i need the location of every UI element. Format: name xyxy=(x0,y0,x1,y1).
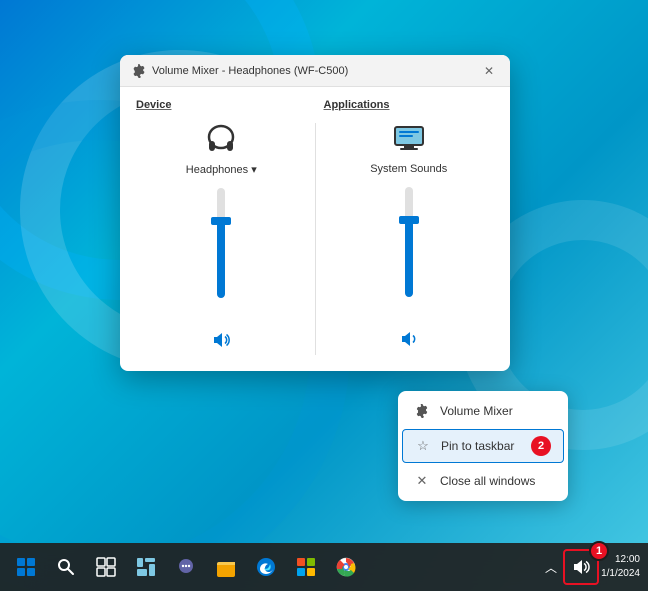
system-sounds-icon xyxy=(389,119,429,159)
device-column-header: Device xyxy=(136,99,171,111)
clock-date: 1/1/2024 xyxy=(601,567,640,581)
widgets-icon xyxy=(136,557,156,577)
taskbar-right: ︿ 1 12:00 1/1/2024 xyxy=(541,549,640,585)
device-column: Device Headphones ▾ xyxy=(136,99,307,355)
window-title-left: Volume Mixer - Headphones (WF-C500) xyxy=(132,64,348,78)
volume-mixer-menu-icon xyxy=(414,403,430,419)
headphones-icon xyxy=(201,119,241,159)
volume-tray-container: 1 xyxy=(563,549,599,585)
device-slider-area xyxy=(217,188,225,318)
taskbar-store-button[interactable] xyxy=(288,549,324,585)
system-sounds-slider-track[interactable] xyxy=(405,187,413,297)
taskbar-chat-button[interactable] xyxy=(168,549,204,585)
monitor-svg xyxy=(389,119,429,159)
volume-mixer-menu-label: Volume Mixer xyxy=(440,404,513,418)
device-speaker-svg xyxy=(211,330,231,350)
applications-column-header: Applications xyxy=(324,99,390,111)
taskbar-chrome-button[interactable] xyxy=(328,549,364,585)
taskbar-widgets-button[interactable] xyxy=(128,549,164,585)
system-sounds-label: System Sounds xyxy=(370,163,447,175)
taskbar-edge-button[interactable] xyxy=(248,549,284,585)
window-content: Device Headphones ▾ xyxy=(120,87,510,371)
device-slider-track[interactable] xyxy=(217,188,225,298)
context-menu-item-close-all[interactable]: ✕ Close all windows xyxy=(398,465,568,497)
device-mute-icon[interactable] xyxy=(211,330,231,355)
edge-icon xyxy=(255,556,277,578)
context-menu: Volume Mixer ☆ Pin to taskbar 2 ✕ Close … xyxy=(398,391,568,501)
search-icon xyxy=(56,557,76,577)
volume-mixer-window: Volume Mixer - Headphones (WF-C500) ✕ De… xyxy=(120,55,510,371)
taskbar-taskview-button[interactable] xyxy=(88,549,124,585)
chat-icon xyxy=(175,556,197,578)
taskbar-left xyxy=(8,549,364,585)
context-menu-item-pin-taskbar[interactable]: ☆ Pin to taskbar 2 xyxy=(402,429,564,463)
taskbar-fileexplorer-button[interactable] xyxy=(208,549,244,585)
window-title-text: Volume Mixer - Headphones (WF-C500) xyxy=(152,65,348,77)
system-sounds-slider-fill xyxy=(405,220,413,297)
window-titlebar: Volume Mixer - Headphones (WF-C500) ✕ xyxy=(120,55,510,87)
column-divider xyxy=(315,123,316,355)
context-menu-item-volume-mixer[interactable]: Volume Mixer xyxy=(398,395,568,427)
device-slider-fill xyxy=(217,221,225,298)
taskbar-search-button[interactable] xyxy=(48,549,84,585)
volume-badge: 1 xyxy=(589,541,609,561)
device-name-label[interactable]: Headphones ▾ xyxy=(186,163,257,176)
headphones-svg xyxy=(201,119,241,159)
system-clock[interactable]: 12:00 1/1/2024 xyxy=(601,553,640,581)
taskview-icon xyxy=(96,557,116,577)
window-titlebar-icon xyxy=(132,64,146,78)
desktop: Volume Mixer - Headphones (WF-C500) ✕ De… xyxy=(0,0,648,591)
chrome-icon xyxy=(335,556,357,578)
system-sounds-speaker-svg xyxy=(399,329,419,349)
pin-icon: ☆ xyxy=(415,438,431,454)
store-icon xyxy=(295,556,317,578)
fileexplorer-icon xyxy=(215,556,237,578)
close-all-icon: ✕ xyxy=(414,473,430,489)
volume-icon xyxy=(571,557,591,577)
pin-taskbar-badge: 2 xyxy=(531,436,551,456)
pin-taskbar-left: ☆ Pin to taskbar xyxy=(415,438,514,454)
taskbar: ︿ 1 12:00 1/1/2024 xyxy=(0,543,648,591)
pin-taskbar-label: Pin to taskbar xyxy=(441,439,514,453)
gear-icon xyxy=(415,404,429,418)
system-sounds-mute-icon[interactable] xyxy=(399,329,419,354)
system-sounds-slider-thumb[interactable] xyxy=(399,216,419,224)
system-sounds-slider-area xyxy=(405,187,413,317)
device-slider-thumb[interactable] xyxy=(211,217,231,225)
applications-column: Applications System Sounds xyxy=(324,99,495,355)
taskbar-start-button[interactable] xyxy=(8,549,44,585)
start-icon xyxy=(16,557,36,577)
mixer-columns: Device Headphones ▾ xyxy=(136,99,494,355)
window-close-button[interactable]: ✕ xyxy=(480,62,498,80)
close-all-label: Close all windows xyxy=(440,474,535,488)
show-hidden-icons-button[interactable]: ︿ xyxy=(541,559,561,576)
